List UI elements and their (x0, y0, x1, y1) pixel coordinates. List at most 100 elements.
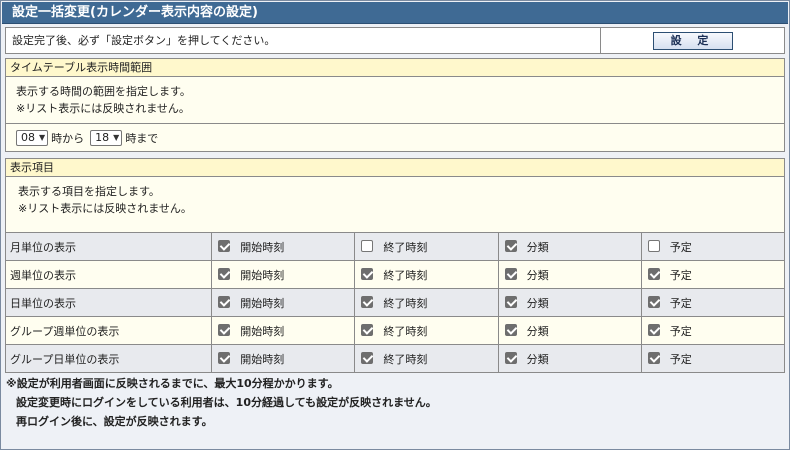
checkbox[interactable] (218, 295, 231, 308)
option-cell: 予定 (640, 232, 786, 261)
option-cell: 終了時刻 (354, 232, 499, 261)
checkbox[interactable] (647, 351, 660, 364)
checkbox-label: 終了時刻 (383, 296, 428, 310)
option-cell: 分類 (497, 260, 642, 289)
option-cell: 開始時刻 (211, 232, 356, 261)
checkbox[interactable] (218, 323, 231, 336)
checkbox-label: 開始時刻 (240, 324, 285, 338)
option-cell: 終了時刻 (354, 316, 499, 345)
option-cell: 終了時刻 (354, 288, 499, 317)
checkbox-label: 分類 (526, 324, 549, 338)
end-hour-select[interactable]: 18 ▼ (90, 129, 123, 146)
display-items-description: 表示する項目を指定します。 ※リスト表示には反映されません。 (6, 177, 784, 217)
row-label: 月単位の表示 (4, 232, 213, 261)
display-items-heading: 表示項目 (6, 159, 784, 177)
timetable-heading: タイムテーブル表示時間範囲 (6, 59, 784, 77)
notice-text: 設定完了後、必ず「設定ボタン」を押してください。 (12, 34, 276, 47)
option-cell: 終了時刻 (354, 260, 499, 289)
display-items-section: 表示項目 表示する項目を指定します。 ※リスト表示には反映されません。 (5, 158, 785, 233)
display-items-desc-line-2: ※リスト表示には反映されません。 (18, 202, 192, 215)
start-hour-value: 08 (21, 131, 35, 144)
checkbox-label: 予定 (669, 268, 692, 282)
checkbox-label: 開始時刻 (240, 268, 285, 282)
checkbox[interactable] (218, 267, 231, 280)
checkbox[interactable] (647, 323, 660, 336)
checkbox-label: 分類 (526, 296, 549, 310)
timetable-description: 表示する時間の範囲を指定します。 ※リスト表示には反映されません。 (6, 77, 784, 117)
footer-notes: ※設定が利用者画面に反映されるまでに、最大10分程かかります。 設定変更時にログ… (6, 374, 437, 431)
end-hour-value: 18 (95, 131, 110, 144)
checkbox-label: 開始時刻 (240, 296, 285, 310)
checkbox-label: 予定 (669, 352, 692, 366)
notice-button-cell: 設 定 (600, 28, 784, 53)
checkbox[interactable] (504, 295, 517, 308)
option-cell: 開始時刻 (211, 316, 356, 345)
start-hour-suffix: 時から (51, 131, 85, 145)
row-label: グループ週単位の表示 (4, 316, 213, 345)
checkbox-label: 分類 (526, 352, 549, 366)
table-row: 月単位の表示 開始時刻 終了時刻 分類 予定 (4, 232, 786, 261)
checkbox-label: 予定 (669, 296, 692, 310)
checkbox-label: 終了時刻 (383, 240, 428, 254)
checkbox-label: 予定 (669, 240, 692, 254)
checkbox[interactable] (361, 239, 374, 252)
footer-note-3: 再ログイン後に、設定が反映されます。 (16, 415, 213, 428)
option-cell: 分類 (497, 232, 642, 261)
option-cell: 分類 (497, 344, 642, 373)
table-row: 日単位の表示 開始時刻 終了時刻 分類 予定 (4, 288, 786, 317)
checkbox-label: 分類 (526, 268, 549, 282)
checkbox-label: 開始時刻 (240, 240, 285, 254)
checkbox[interactable] (504, 323, 517, 336)
timetable-desc-line-1: 表示する時間の範囲を指定します。 (16, 85, 191, 98)
checkbox-label: 終了時刻 (383, 324, 428, 338)
checkbox-label: 終了時刻 (383, 268, 428, 282)
checkbox-label: 分類 (526, 240, 549, 254)
table-row: グループ週単位の表示 開始時刻 終了時刻 分類 予定 (4, 316, 786, 345)
checkbox[interactable] (218, 239, 231, 252)
row-label: グループ日単位の表示 (4, 344, 213, 373)
checkbox-label: 終了時刻 (383, 352, 428, 366)
checkbox[interactable] (504, 267, 517, 280)
table-row: グループ日単位の表示 開始時刻 終了時刻 分類 予定 (4, 344, 786, 373)
option-cell: 予定 (640, 288, 786, 317)
checkbox[interactable] (647, 295, 660, 308)
option-cell: 開始時刻 (211, 260, 356, 289)
checkbox[interactable] (504, 351, 517, 364)
notice-row: 設定完了後、必ず「設定ボタン」を押してください。 設 定 (5, 27, 785, 54)
option-cell: 分類 (497, 316, 642, 345)
start-hour-select[interactable]: 08 ▼ (16, 129, 49, 146)
footer-note-1: ※設定が利用者画面に反映されるまでに、最大10分程かかります。 (6, 377, 339, 390)
option-cell: 開始時刻 (211, 344, 356, 373)
chevron-down-icon: ▼ (113, 133, 120, 142)
option-cell: 開始時刻 (211, 288, 356, 317)
set-button[interactable]: 設 定 (652, 31, 733, 50)
settings-window: 設定一括変更(カレンダー表示内容の設定) 設定完了後、必ず「設定ボタン」を押して… (0, 0, 790, 450)
display-items-desc-line-1: 表示する項目を指定します。 (18, 185, 160, 198)
end-hour-suffix: 時まで (125, 131, 159, 145)
checkbox[interactable] (504, 239, 517, 252)
footer-note-2: 設定変更時にログインをしている利用者は、10分経過しても設定が反映されません。 (16, 396, 437, 409)
option-cell: 予定 (640, 316, 786, 345)
page-title: 設定一括変更(カレンダー表示内容の設定) (2, 2, 788, 24)
row-label: 週単位の表示 (4, 260, 213, 289)
checkbox-label: 開始時刻 (240, 352, 285, 366)
timetable-desc-line-2: ※リスト表示には反映されません。 (16, 102, 190, 115)
checkbox-label: 予定 (669, 324, 692, 338)
timetable-section: タイムテーブル表示時間範囲 表示する時間の範囲を指定します。 ※リスト表示には反… (5, 58, 785, 152)
table-row: 週単位の表示 開始時刻 終了時刻 分類 予定 (4, 260, 786, 289)
display-items-table: 月単位の表示 開始時刻 終了時刻 分類 予定 週単位の表示 開始時刻 終了時刻 分類 予定 日単位の… (4, 232, 786, 373)
time-range-row: 08 ▼ 時から 18 ▼ 時まで (6, 123, 784, 151)
checkbox[interactable] (218, 351, 231, 364)
checkbox[interactable] (361, 351, 374, 364)
checkbox[interactable] (647, 267, 660, 280)
checkbox[interactable] (361, 295, 374, 308)
option-cell: 分類 (497, 288, 642, 317)
option-cell: 予定 (640, 260, 786, 289)
option-cell: 予定 (640, 344, 786, 373)
option-cell: 終了時刻 (354, 344, 499, 373)
row-label: 日単位の表示 (4, 288, 213, 317)
checkbox[interactable] (361, 323, 374, 336)
checkbox[interactable] (361, 267, 374, 280)
chevron-down-icon: ▼ (39, 133, 46, 142)
checkbox[interactable] (647, 239, 660, 252)
